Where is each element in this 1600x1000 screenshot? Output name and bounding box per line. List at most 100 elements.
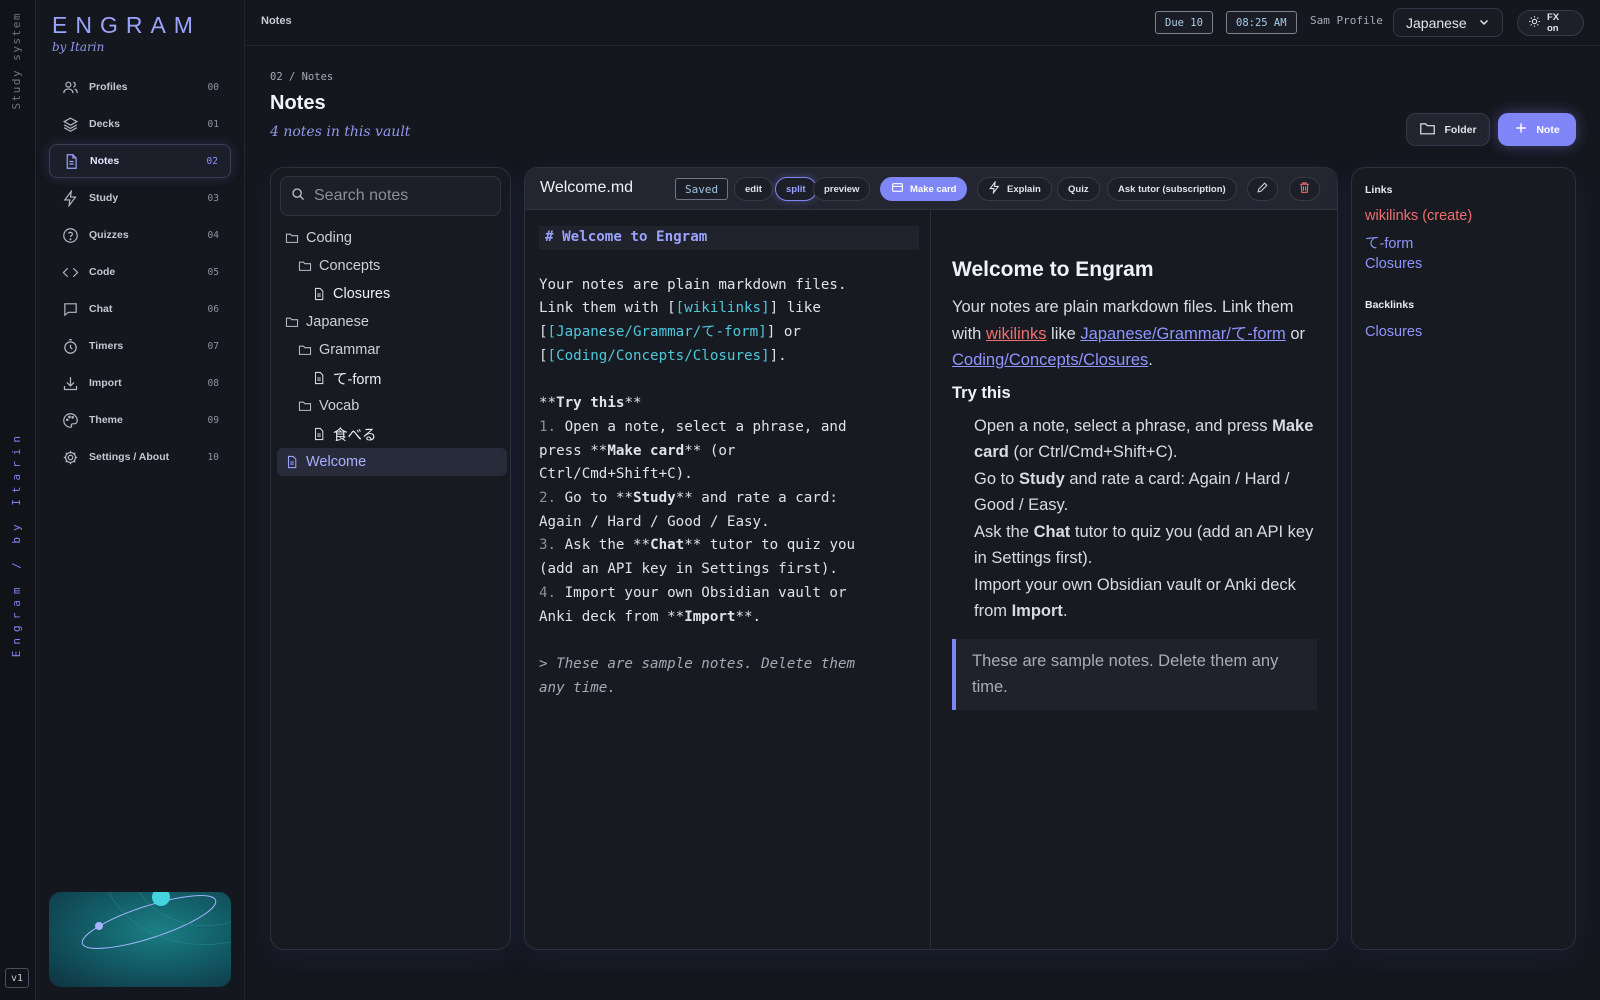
tree-note-closures[interactable]: Closures [277,280,507,308]
sidebar-item-number: 04 [207,229,219,241]
rail-top-text: Study system [10,12,23,110]
links-heading: Links [1365,184,1393,196]
sidebar-item-number: 01 [207,118,219,130]
layers-icon [61,115,79,133]
gear-icon [61,448,79,466]
due-counter[interactable]: Due 10 [1155,11,1213,34]
source-line: **Try this** [539,395,642,412]
sidebar-item-settings[interactable]: Settings / About 10 [49,440,231,474]
links-panel: Links wikilinks (create) て-form Closures… [1351,167,1576,950]
sidebar-item-number: 06 [207,303,219,315]
backlink-closures[interactable]: Closures [1365,324,1422,340]
quiz-button[interactable]: Quiz [1057,177,1100,201]
explain-button[interactable]: Explain [977,177,1052,201]
source-line: Anki deck from **Import**. [539,608,762,625]
preview-wikilink-missing[interactable]: wikilinks [986,325,1047,343]
folder-icon [285,315,299,329]
mode-edit-button[interactable]: edit [734,177,773,201]
preview-list-item: Import your own Obsidian vault or Anki d… [974,575,1296,621]
sidebar-item-study[interactable]: Study 03 [49,181,231,215]
version-badge[interactable]: v1 [5,968,29,988]
language-select[interactable]: Japanese [1393,8,1503,37]
markdown-source-pane[interactable]: # Welcome to Engram Your notes are plain… [525,210,931,949]
editor-toolbar: Welcome.md Saved edit split preview Make… [525,168,1337,210]
download-icon [61,374,79,392]
sidebar-item-decks[interactable]: Decks 01 [49,107,231,141]
page-title: Notes [270,92,326,114]
rename-button[interactable] [1247,177,1278,201]
file-icon [62,152,80,170]
chevron-down-icon [1478,15,1490,31]
mode-preview-button[interactable]: preview [813,177,871,201]
sidebar-item-profiles[interactable]: Profiles 00 [49,70,231,104]
sidebar-item-label: Code [89,266,116,278]
ask-tutor-button[interactable]: Ask tutor (subscription) [1107,177,1237,201]
folder-icon [1419,120,1436,140]
source-line: 2. Go to **Study** and rate a card: [539,490,838,507]
file-icon [285,455,299,469]
sidebar-item-notes[interactable]: Notes 02 [49,144,231,178]
editor-filename[interactable]: Welcome.md [540,179,633,197]
sidebar-item-quizzes[interactable]: Quizzes 04 [49,218,231,252]
fx-toggle[interactable]: FX on [1517,10,1584,36]
file-icon [312,371,326,385]
tree-folder-grammar[interactable]: Grammar [277,336,507,364]
delete-button[interactable] [1289,177,1320,201]
tree-label: て-form [333,371,382,388]
source-line: Link them with [[wikilinks]] like [539,300,821,317]
preview-wikilink-closures[interactable]: Coding/Concepts/Closures [952,351,1148,369]
tree-label: Vocab [319,398,360,414]
clock-display: 08:25 AM [1226,11,1297,34]
sidebar-item-label: Theme [89,414,123,426]
source-line: (add an API key in Settings first). [539,561,838,578]
sidebar-item-label: Chat [89,303,113,315]
pencil-icon [1256,181,1269,197]
sidebar-item-import[interactable]: Import 08 [49,366,231,400]
save-status-badge: Saved [675,178,729,200]
markdown-preview-pane: Welcome to Engram Your notes are plain m… [932,210,1337,949]
new-folder-button[interactable]: Folder [1406,113,1490,146]
tree-note-taberu[interactable]: 食べる [277,420,507,448]
top-bar: Notes Due 10 08:25 AM Sam Profile Japane… [245,0,1600,46]
source-wikilink: [wikilinks] [675,300,770,317]
link-closures[interactable]: Closures [1365,256,1422,272]
mode-split-button[interactable]: split [775,177,817,201]
tree-folder-vocab[interactable]: Vocab [277,392,507,420]
tree-note-teform[interactable]: て-form [277,364,507,392]
sidebar-item-number: 05 [207,266,219,278]
sidebar-item-chat[interactable]: Chat 06 [49,292,231,326]
source-line: Ctrl/Cmd+Shift+C). [539,466,693,483]
rail-bottom-text: Engram / by Itarin [10,430,23,658]
preview-heading: Welcome to Engram [952,258,1154,281]
preview-list-item: Go to Study and rate a card: Again / Har… [974,469,1290,515]
make-card-button[interactable]: Make card [880,177,968,201]
preview-list-item: Ask the Chat tutor to quiz you (add an A… [974,522,1314,568]
link-teform[interactable]: て-form [1365,232,1413,253]
brand: ENGRAM by Itarin [52,12,201,54]
sidebar-item-theme[interactable]: Theme 09 [49,403,231,437]
link-wikilinks-create[interactable]: wikilinks (create) [1365,208,1472,224]
new-note-label: Note [1536,123,1560,136]
sidebar-item-label: Notes [90,155,120,167]
editor-panel: Welcome.md Saved edit split preview Make… [524,167,1338,950]
profile-label[interactable]: Sam Profile [1310,14,1383,27]
sidebar-item-code[interactable]: Code 05 [49,255,231,289]
source-line: [[Japanese/Grammar/て-form]] or [539,324,801,341]
orbit-illustration [81,892,231,949]
tree-folder-concepts[interactable]: Concepts [277,252,507,280]
preview-paragraph: Your notes are plain markdown files. Lin… [952,298,1306,369]
new-note-button[interactable]: Note [1498,113,1576,146]
code-icon [61,263,79,281]
tree-label: Grammar [319,342,381,358]
sidebar-item-number: 03 [207,192,219,204]
tree-note-welcome[interactable]: Welcome [277,448,507,476]
tree-folder-japanese[interactable]: Japanese [277,308,507,336]
preview-wikilink-teform[interactable]: Japanese/Grammar/て-form [1080,325,1285,343]
sidebar-item-label: Quizzes [89,229,129,241]
source-quote-line: any time. [539,679,616,696]
brand-byline: by Itarin [52,40,105,54]
sidebar-item-timers[interactable]: Timers 07 [49,329,231,363]
backlinks-heading: Backlinks [1365,299,1415,311]
tree-folder-coding[interactable]: Coding [277,224,507,252]
search-input[interactable] [314,187,494,205]
